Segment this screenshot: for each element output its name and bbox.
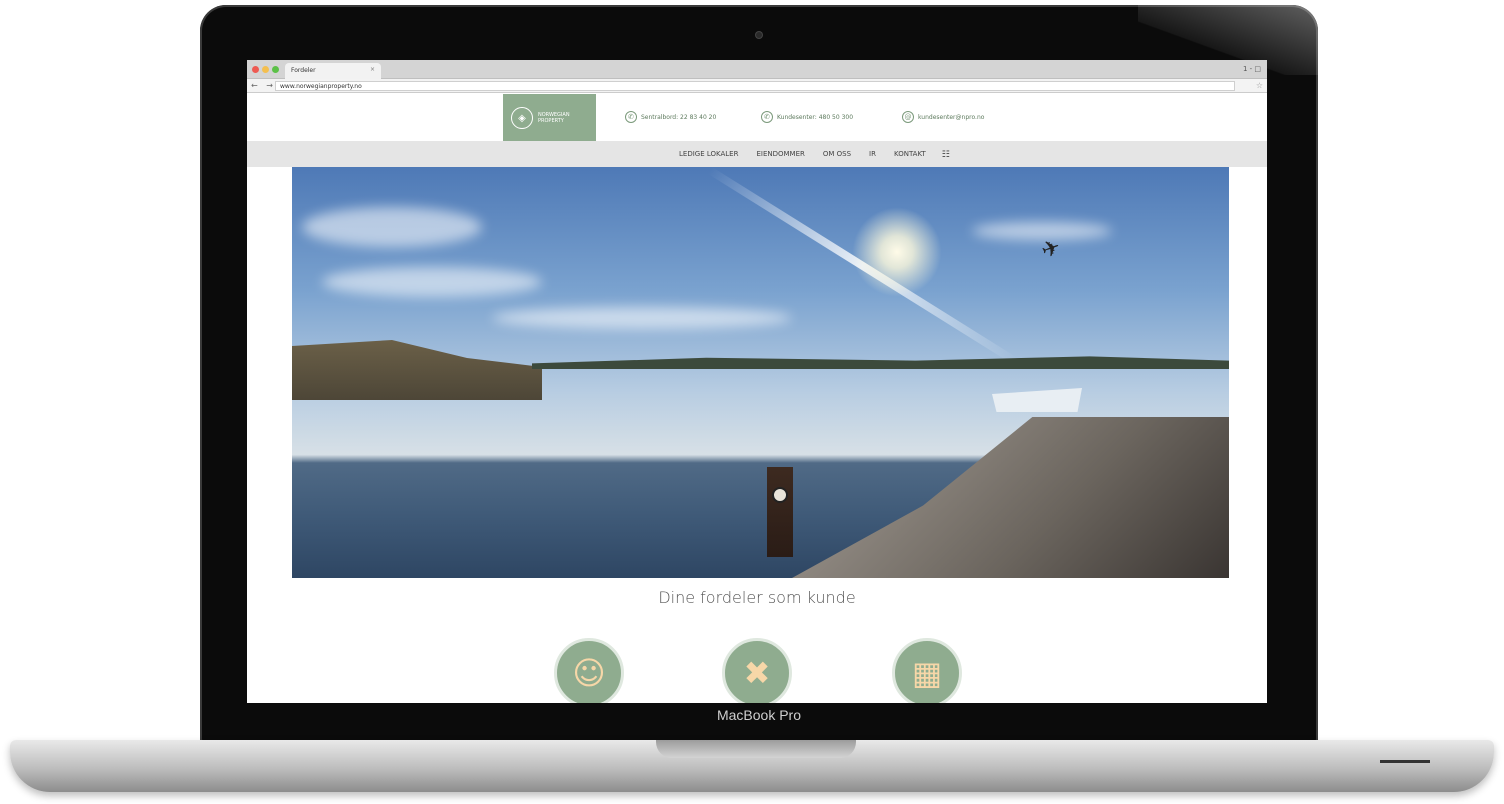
contact-label: kundesenter@npro.no <box>918 113 985 121</box>
phone-icon: ✆ <box>625 111 637 123</box>
smiley-icon[interactable]: ☺ <box>554 638 624 703</box>
nav-item-ledige-lokaler[interactable]: LEDIGE LOKALER <box>679 150 738 160</box>
contact-phone-main[interactable]: ✆ Sentralbord: 22 83 40 20 <box>625 111 716 123</box>
url-field[interactable]: www.norwegianproperty.no <box>275 81 1235 91</box>
tools-icon[interactable]: ✖ <box>722 638 792 703</box>
bookmark-star-icon[interactable]: ☆ <box>1256 81 1263 90</box>
laptop-notch <box>656 740 856 758</box>
tab-bar: Fordeler × <box>247 60 1267 79</box>
benefits-heading: Dine fordeler som kunde <box>658 588 856 607</box>
buildings-icon[interactable]: ▦ <box>892 638 962 703</box>
laptop-bezel: Fordeler × 1 - □ ← → C www.norwegianprop… <box>200 5 1318 745</box>
base-indicator <box>1380 760 1430 763</box>
hero-image: ✈ <box>292 167 1229 578</box>
close-window-icon[interactable] <box>252 66 259 73</box>
contact-label: Kundesenter: 480 50 300 <box>777 113 854 121</box>
phone-icon: ✆ <box>761 111 773 123</box>
contact-phone-customer[interactable]: ✆ Kundesenter: 480 50 300 <box>761 111 853 123</box>
contact-label: Sentralbord: 22 83 40 20 <box>641 113 717 121</box>
site-header: ◈ NORWEGIAN PROPERTY ✆ Sentralbord: 22 8… <box>247 94 1267 142</box>
tab-close-icon[interactable]: × <box>370 66 375 73</box>
nav-item-kontakt[interactable]: KONTAKT <box>894 150 926 160</box>
device-label: MacBook Pro <box>716 707 802 723</box>
clock-icon <box>772 487 788 503</box>
menu-icon[interactable]: ☷ <box>942 150 950 160</box>
sun <box>852 207 942 297</box>
contact-email[interactable]: @ kundesenter@npro.no <box>902 111 984 123</box>
camera-icon <box>756 32 762 38</box>
maximize-window-icon[interactable] <box>272 66 279 73</box>
email-icon: @ <box>902 111 914 123</box>
nav-item-eiendommer[interactable]: EIENDOMMER <box>756 150 804 160</box>
main-nav: LEDIGE LOKALER EIENDOMMER OM OSS IR KONT… <box>247 141 1267 167</box>
tab-title: Fordeler <box>291 67 316 74</box>
browser-tab[interactable]: Fordeler × <box>285 63 381 79</box>
site-logo[interactable]: ◈ NORWEGIAN PROPERTY <box>503 94 596 142</box>
logo-mark-icon: ◈ <box>511 107 533 129</box>
browser-screen: Fordeler × 1 - □ ← → C www.norwegianprop… <box>247 60 1267 703</box>
address-bar-row: 1 - □ ← → C www.norwegianproperty.no ☆ <box>247 65 1267 93</box>
minimize-window-icon[interactable] <box>262 66 269 73</box>
nav-item-om-oss[interactable]: OM OSS <box>823 150 851 160</box>
logo-text: NORWEGIAN PROPERTY <box>538 112 570 124</box>
window-controls[interactable] <box>252 66 279 73</box>
nav-item-ir[interactable]: IR <box>869 150 876 160</box>
user-indicator: 1 - □ <box>1242 65 1261 73</box>
